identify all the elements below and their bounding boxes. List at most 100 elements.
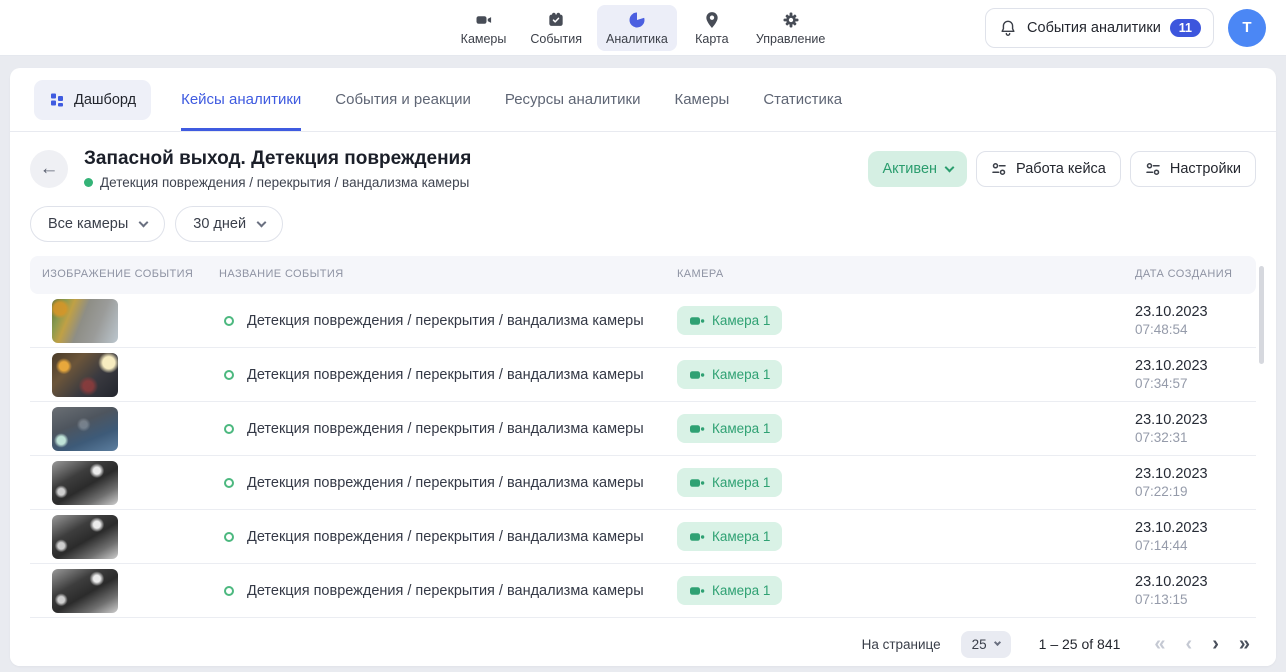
tab-analytics-resources[interactable]: Ресурсы аналитики <box>505 68 641 131</box>
camera-cell: Камера 1 <box>667 468 1125 497</box>
first-page-button: « <box>1154 634 1165 654</box>
event-thumbnail[interactable] <box>52 461 118 505</box>
event-thumbnail[interactable] <box>52 407 118 451</box>
table-row[interactable]: Детекция повреждения / перекрытия / ванд… <box>30 402 1256 456</box>
camera-badge[interactable]: Камера 1 <box>677 522 782 551</box>
creation-time: 07:22:19 <box>1135 484 1256 499</box>
analytics-events-button[interactable]: События аналитики 11 <box>985 8 1214 48</box>
event-name: Детекция повреждения / перекрытия / ванд… <box>247 529 644 545</box>
chevron-down-icon <box>945 162 955 172</box>
column-header-date: ДАТА СОЗДАНИЯ <box>1125 268 1235 282</box>
per-page-label: На странице <box>862 637 941 652</box>
event-thumbnail[interactable] <box>52 353 118 397</box>
nav-item-events[interactable]: События <box>521 5 591 51</box>
event-type-ring-icon <box>224 586 234 596</box>
table-row[interactable]: Детекция повреждения / перекрытия / ванд… <box>30 456 1256 510</box>
creation-date: 23.10.2023 <box>1135 466 1256 482</box>
event-image-cell <box>30 461 207 505</box>
tab-analytics-cases[interactable]: Кейсы аналитики <box>181 68 301 131</box>
camera-badge-label: Камера 1 <box>712 421 770 436</box>
page-title: Запасной выход. Детекция повреждения <box>84 148 471 170</box>
event-image-cell <box>30 299 207 343</box>
nav-item-analytics[interactable]: Аналитика <box>597 5 677 51</box>
event-name-cell: Детекция повреждения / перекрытия / ванд… <box>207 421 667 437</box>
camera-badge-label: Камера 1 <box>712 313 770 328</box>
top-navigation-bar: КамерыСобытияАналитика Карта Управление Со… <box>0 0 1286 56</box>
creation-time: 07:48:54 <box>1135 322 1256 337</box>
camera-cell: Камера 1 <box>667 522 1125 551</box>
pager-controls: «‹›» <box>1154 634 1250 654</box>
back-button[interactable]: ← <box>30 150 68 188</box>
dashboard-label: Дашборд <box>74 92 136 108</box>
tab-events-reactions[interactable]: События и реакции <box>335 68 471 131</box>
event-name-cell: Детекция повреждения / перекрытия / ванд… <box>207 475 667 491</box>
camera-badge[interactable]: Камера 1 <box>677 576 782 605</box>
camera-badge[interactable]: Камера 1 <box>677 360 782 389</box>
case-subtitle: Детекция повреждения / перекрытия / ванд… <box>84 175 471 190</box>
tabs-row: Дашборд Кейсы аналитики События и реакции… <box>10 68 1276 132</box>
camera-icon <box>689 529 705 545</box>
case-work-label: Работа кейса <box>1016 161 1106 177</box>
chevron-down-icon <box>139 217 149 227</box>
analytics-events-label: События аналитики <box>1027 20 1161 36</box>
table-row[interactable]: Детекция повреждения / перекрытия / ванд… <box>30 564 1256 618</box>
event-name-cell: Детекция повреждения / перекрытия / ванд… <box>207 583 667 599</box>
tab-cameras[interactable]: Камеры <box>674 68 729 131</box>
nav-item-management[interactable]: Управление <box>747 5 835 51</box>
camera-badge-label: Камера 1 <box>712 475 770 490</box>
vertical-scrollbar[interactable] <box>1259 266 1264 364</box>
camera-badge[interactable]: Камера 1 <box>677 306 782 335</box>
camera-cell: Камера 1 <box>667 306 1125 335</box>
date-cell: 23.10.202307:48:54 <box>1125 304 1256 337</box>
period-filter-dropdown[interactable]: 30 дней <box>175 206 283 242</box>
next-page-button[interactable]: › <box>1212 634 1219 654</box>
camera-icon <box>689 475 705 491</box>
event-thumbnail[interactable] <box>52 569 118 613</box>
table-row[interactable]: Детекция повреждения / перекрытия / ванд… <box>30 294 1256 348</box>
nav-item-cameras[interactable]: Камеры <box>452 5 516 51</box>
analytics-icon <box>627 10 647 30</box>
event-name: Детекция повреждения / перекрытия / ванд… <box>247 367 644 383</box>
event-thumbnail[interactable] <box>52 299 118 343</box>
camera-filter-dropdown[interactable]: Все камеры <box>30 206 165 242</box>
last-page-button[interactable]: » <box>1239 634 1250 654</box>
section-tabs: Кейсы аналитики События и реакции Ресурсы … <box>181 68 842 131</box>
status-dropdown[interactable]: Активен <box>868 151 967 187</box>
camera-badge[interactable]: Камера 1 <box>677 468 782 497</box>
nav-label: Карта <box>695 32 728 46</box>
case-work-button[interactable]: Работа кейса <box>976 151 1121 187</box>
event-image-cell <box>30 569 207 613</box>
case-settings-button[interactable]: Настройки <box>1130 151 1256 187</box>
dashboard-grid-icon <box>49 92 65 108</box>
event-type-ring-icon <box>224 532 234 542</box>
date-cell: 23.10.2023 07:22:19 <box>1125 466 1256 499</box>
case-titles: Запасной выход. Детекция повреждения Дет… <box>84 148 471 190</box>
user-avatar[interactable]: T <box>1228 9 1266 47</box>
event-image-cell <box>30 407 207 451</box>
dashboard-button[interactable]: Дашборд <box>34 80 151 120</box>
table-row[interactable]: Детекция повреждения / перекрытия / ванд… <box>30 510 1256 564</box>
nav-item-map[interactable]: Карта <box>683 5 741 51</box>
table-row[interactable]: Детекция повреждения / перекрытия / ванд… <box>30 618 1256 622</box>
per-page-select[interactable]: 25 <box>961 631 1011 658</box>
case-header: ← Запасной выход. Детекция повреждения Д… <box>10 132 1276 190</box>
event-type-ring-icon <box>224 478 234 488</box>
gear-icon <box>781 10 801 30</box>
table-row[interactable]: Детекция повреждения / перекрытия / ванд… <box>30 348 1256 402</box>
case-actions: Активен Работа кейса <box>868 148 1256 190</box>
event-image-cell <box>30 515 207 559</box>
event-thumbnail[interactable] <box>52 515 118 559</box>
camera-badge[interactable]: Камера 1 <box>677 414 782 443</box>
sliders-icon <box>1145 161 1161 177</box>
camera-cell: Камера 1 <box>667 414 1125 443</box>
nav-label: Управление <box>756 32 826 46</box>
creation-date: 23.10.2023 <box>1135 520 1256 536</box>
tab-statistics[interactable]: Статистика <box>763 68 842 131</box>
events-icon <box>546 10 566 30</box>
event-name: Детекция повреждения / перекрытия / ванд… <box>247 583 644 599</box>
column-header-camera: КАМЕРА <box>667 268 1125 282</box>
camera-badge-label: Камера 1 <box>712 529 770 544</box>
active-status-dot-icon <box>84 178 93 187</box>
camera-cell: Камера 1 <box>667 576 1125 605</box>
filters-row: Все камеры 30 дней <box>10 190 1276 256</box>
